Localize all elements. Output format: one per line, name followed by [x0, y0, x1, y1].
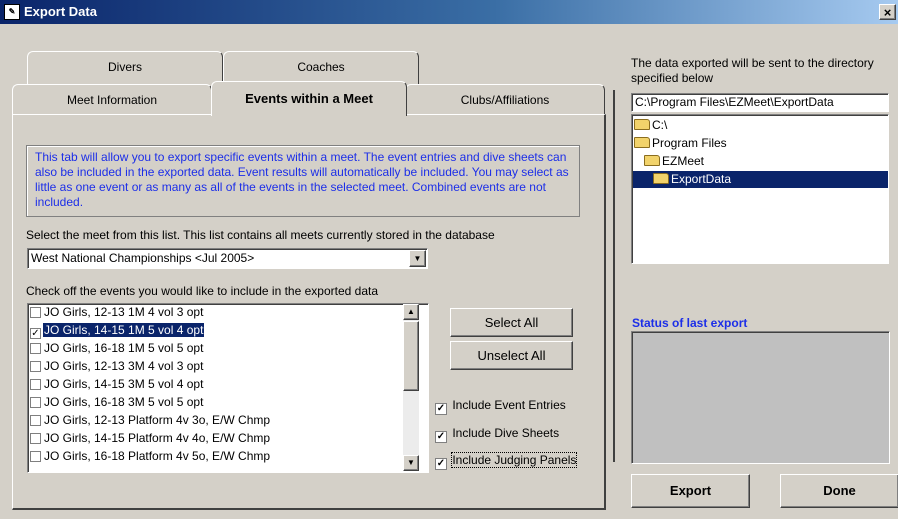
option-include-event-entries[interactable]: ✓ Include Event Entries	[435, 398, 566, 415]
event-label: JO Girls, 14-15 Platform 4v 4o, E/W Chmp	[44, 431, 271, 445]
event-label: JO Girls, 12-13 Platform 4v 3o, E/W Chmp	[44, 413, 271, 427]
event-label: JO Girls, 14-15 3M 5 vol 4 opt	[44, 377, 204, 391]
events-listbox[interactable]: JO Girls, 12-13 1M 4 vol 3 opt ✓ JO Girls,…	[27, 303, 429, 473]
event-list-item[interactable]: JO Girls, 12-13 3M 4 vol 3 opt	[30, 358, 406, 375]
events-scrollbar[interactable]: ▲ ▼	[403, 304, 419, 471]
tab-clubs-affiliations[interactable]: Clubs/Affiliations	[405, 84, 605, 115]
export-button[interactable]: Export	[631, 474, 750, 508]
tab-events-within-a-meet[interactable]: Events within a Meet	[211, 81, 407, 116]
event-checkbox[interactable]	[30, 451, 41, 462]
event-label: JO Girls, 16-18 3M 5 vol 5 opt	[44, 395, 204, 409]
info-text: This tab will allow you to export specif…	[26, 145, 580, 217]
folder-icon	[644, 155, 660, 166]
event-label: JO Girls, 16-18 Platform 4v 5o, E/W Chmp	[44, 449, 271, 463]
event-checkbox[interactable]	[30, 361, 41, 372]
event-list-item[interactable]: ✓ JO Girls, 14-15 1M 5 vol 4 opt	[30, 322, 406, 339]
unselect-all-button[interactable]: Unselect All	[450, 341, 573, 370]
title-bar: ✎ Export Data ×	[0, 0, 898, 24]
close-icon[interactable]: ×	[879, 4, 896, 20]
divider	[613, 90, 615, 462]
event-list-item[interactable]: JO Girls, 16-18 3M 5 vol 5 opt	[30, 394, 406, 411]
events-label: Check off the events you would like to i…	[26, 284, 379, 298]
event-list-item[interactable]: JO Girls, 12-13 1M 4 vol 3 opt	[30, 304, 406, 321]
window-title: Export Data	[24, 4, 97, 19]
event-list-item[interactable]: JO Girls, 16-18 Platform 4v 5o, E/W Chmp	[30, 448, 406, 465]
event-checkbox[interactable]	[30, 433, 41, 444]
event-list-item[interactable]: JO Girls, 14-15 Platform 4v 4o, E/W Chmp	[30, 430, 406, 447]
checkbox-judging-panels[interactable]: ✓	[435, 458, 447, 470]
tab-meet-information[interactable]: Meet Information	[12, 84, 212, 115]
checkbox-event-entries[interactable]: ✓	[435, 403, 447, 415]
event-label: JO Girls, 12-13 3M 4 vol 3 opt	[44, 359, 204, 373]
tree-node-ezmeet[interactable]: EZMeet	[644, 153, 704, 170]
directory-label: The data exported will be sent to the di…	[631, 56, 874, 85]
checkbox-dive-sheets[interactable]: ✓	[435, 431, 447, 443]
scroll-up-icon[interactable]: ▲	[403, 304, 419, 320]
event-label: JO Girls, 16-18 1M 5 vol 5 opt	[44, 341, 204, 355]
tree-node-exportdata[interactable]: ExportData	[633, 171, 888, 188]
chevron-down-icon[interactable]: ▼	[409, 250, 426, 267]
status-box	[631, 331, 890, 464]
event-checkbox[interactable]	[30, 343, 41, 354]
directory-path-field[interactable]: C:\Program Files\EZMeet\ExportData	[631, 93, 889, 112]
scroll-down-icon[interactable]: ▼	[403, 455, 419, 471]
meet-select-label: Select the meet from this list. This lis…	[26, 228, 495, 242]
tab-divers[interactable]: Divers	[27, 51, 223, 86]
status-label: Status of last export	[632, 316, 748, 330]
option-include-dive-sheets[interactable]: ✓ Include Dive Sheets	[435, 426, 559, 443]
event-checkbox[interactable]	[30, 397, 41, 408]
event-list-item[interactable]: JO Girls, 12-13 Platform 4v 3o, E/W Chmp	[30, 412, 406, 429]
event-label: JO Girls, 12-13 1M 4 vol 3 opt	[44, 305, 204, 319]
tree-node-program-files[interactable]: Program Files	[634, 135, 727, 152]
event-list-item[interactable]: JO Girls, 16-18 1M 5 vol 5 opt	[30, 340, 406, 357]
folder-icon	[634, 119, 650, 130]
done-button[interactable]: Done	[780, 474, 898, 508]
tree-node-drive[interactable]: C:\	[634, 117, 667, 134]
event-list-item[interactable]: JO Girls, 14-15 3M 5 vol 4 opt	[30, 376, 406, 393]
meet-dropdown-value: West National Championships <Jul 2005>	[31, 251, 255, 265]
scroll-thumb[interactable]	[403, 321, 419, 391]
open-folder-icon	[653, 173, 669, 184]
event-label: JO Girls, 14-15 1M 5 vol 4 opt	[43, 323, 205, 337]
meet-dropdown[interactable]: West National Championships <Jul 2005> ▼	[27, 248, 428, 269]
directory-tree[interactable]: C:\ Program Files EZMeet ExportData	[631, 114, 889, 264]
app-icon: ✎	[4, 4, 20, 20]
option-include-judging-panels[interactable]: ✓ Include Judging Panels	[435, 452, 578, 470]
event-checkbox[interactable]	[30, 307, 41, 318]
event-checkbox[interactable]	[30, 379, 41, 390]
select-all-button[interactable]: Select All	[450, 308, 573, 337]
event-checkbox[interactable]	[30, 415, 41, 426]
folder-icon	[634, 137, 650, 148]
event-checkbox[interactable]: ✓	[30, 328, 41, 339]
